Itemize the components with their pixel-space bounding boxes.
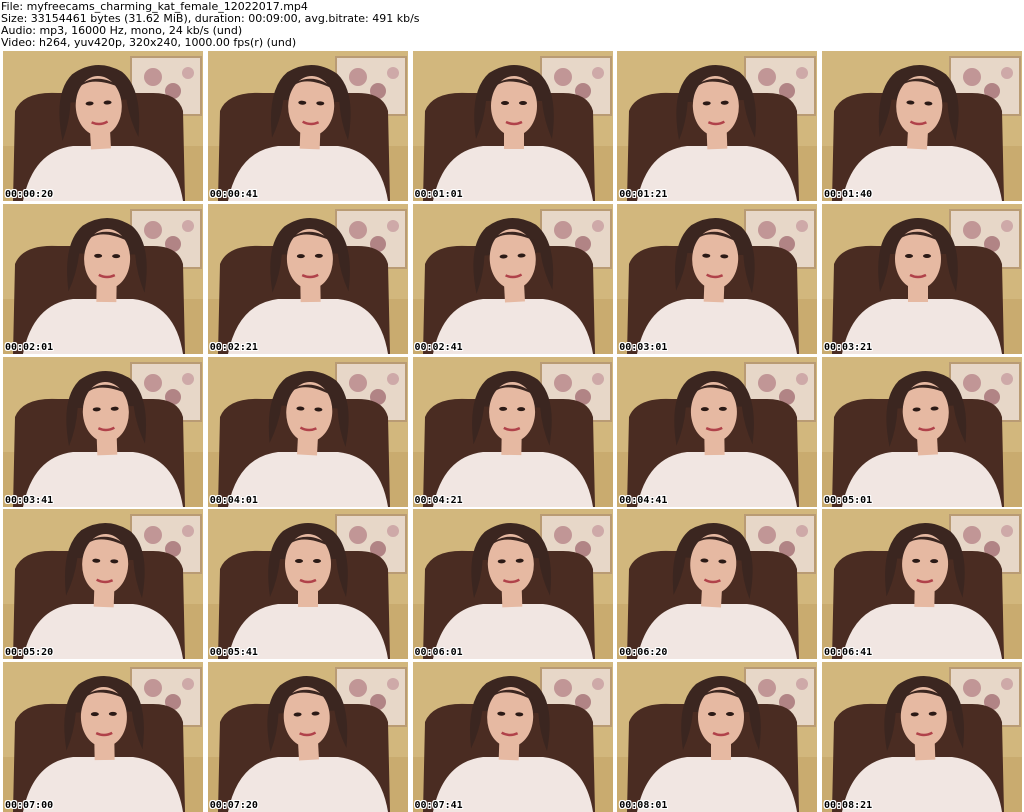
thumbnail-timestamp: 00:04:41	[619, 494, 668, 506]
video-frame-image	[412, 509, 613, 660]
video-frame-image	[207, 356, 408, 507]
thumbnail-frame: 00:06:20	[617, 509, 818, 660]
thumbnail-timestamp: 00:03:01	[619, 341, 668, 353]
thumbnail-timestamp: 00:05:41	[209, 647, 258, 659]
thumbnail-frame: 00:02:01	[3, 203, 203, 354]
video-frame-image	[3, 662, 203, 812]
video-frame-image	[822, 662, 1022, 812]
thumbnail-timestamp: 00:06:01	[414, 647, 463, 659]
thumbnail-frame: 00:04:01	[207, 356, 408, 507]
thumbnail-frame: 00:03:21	[822, 203, 1022, 354]
thumbnail-frame: 00:07:41	[412, 662, 613, 812]
thumbnail-frame: 00:08:21	[822, 662, 1022, 812]
thumbnail-timestamp: 00:00:20	[5, 189, 54, 200]
video-frame-image	[617, 203, 818, 354]
video-frame-image	[3, 51, 203, 201]
thumbnail-timestamp: 00:03:41	[5, 494, 54, 506]
video-frame-image	[617, 509, 818, 660]
info-header: File: myfreecams_charming_kat_female_120…	[0, 0, 1024, 50]
thumbnail-timestamp: 00:00:41	[209, 189, 258, 200]
video-frame-image	[412, 662, 613, 812]
thumbnail-frame: 00:07:00	[3, 662, 203, 812]
thumbnail-timestamp: 00:07:20	[209, 800, 258, 811]
thumbnail-timestamp: 00:08:21	[824, 800, 873, 811]
thumbnail-frame: 00:06:01	[412, 509, 613, 660]
thumbnail-frame: 00:05:41	[207, 509, 408, 660]
video-frame-image	[3, 356, 203, 507]
video-frame-image	[207, 509, 408, 660]
thumbnail-timestamp: 00:06:20	[619, 647, 668, 659]
thumbnail-frame: 00:05:20	[3, 509, 203, 660]
video-frame-image	[207, 662, 408, 812]
thumbnail-timestamp: 00:08:01	[619, 800, 668, 811]
video-frame-image	[412, 51, 613, 201]
thumbnail-timestamp: 00:01:21	[619, 189, 668, 200]
video-frame-image	[207, 51, 408, 201]
thumbnail-timestamp: 00:02:01	[5, 341, 54, 353]
video-frame-image	[207, 203, 408, 354]
thumbnail-frame: 00:02:21	[207, 203, 408, 354]
video-frame-image	[822, 356, 1022, 507]
video-frame-image	[412, 203, 613, 354]
thumbnail-grid: 00:00:20 00:00:41 00:01:01 00:01:21 00:01:40…	[0, 49, 1024, 812]
thumbnail-timestamp: 00:03:21	[824, 341, 873, 353]
video-frame-image	[3, 203, 203, 354]
thumbnail-frame: 00:03:01	[617, 203, 818, 354]
video-info-line: Video: h264, yuv420p, 320x240, 1000.00 f…	[1, 36, 297, 49]
thumbnail-timestamp: 00:02:41	[414, 341, 463, 353]
video-frame-image	[3, 509, 203, 660]
video-frame-image	[617, 662, 818, 812]
thumbnail-timestamp: 00:06:41	[824, 647, 873, 659]
thumbnail-frame: 00:08:01	[617, 662, 818, 812]
thumbnail-frame: 00:04:41	[617, 356, 818, 507]
thumbnail-frame: 00:04:21	[412, 356, 613, 507]
thumbnail-frame: 00:01:01	[412, 51, 613, 201]
video-frame-image	[822, 203, 1022, 354]
thumbnail-frame: 00:05:01	[822, 356, 1022, 507]
video-frame-image	[822, 51, 1022, 201]
video-frame-image	[617, 51, 818, 201]
thumbnail-frame: 00:01:21	[617, 51, 818, 201]
thumbnail-timestamp: 00:05:20	[5, 647, 54, 659]
video-frame-image	[412, 356, 613, 507]
thumbnail-timestamp: 00:07:41	[414, 800, 463, 811]
thumbnail-frame: 00:02:41	[412, 203, 613, 354]
thumbnail-timestamp: 00:07:00	[5, 800, 54, 811]
video-frame-image	[617, 356, 818, 507]
thumbnail-timestamp: 00:04:01	[209, 494, 258, 506]
thumbnail-timestamp: 00:01:40	[824, 189, 873, 200]
thumbnail-frame: 00:06:41	[822, 509, 1022, 660]
thumbnail-frame: 00:00:20	[3, 51, 203, 201]
thumbnail-timestamp: 00:01:01	[414, 189, 463, 200]
thumbnail-frame: 00:03:41	[3, 356, 203, 507]
video-frame-image	[822, 509, 1022, 660]
thumbnail-frame: 00:07:20	[207, 662, 408, 812]
thumbnail-frame: 00:00:41	[207, 51, 408, 201]
thumbnail-timestamp: 00:04:21	[414, 494, 463, 506]
thumbnail-timestamp: 00:05:01	[824, 494, 873, 506]
thumbnail-timestamp: 00:02:21	[209, 341, 258, 353]
thumbnail-frame: 00:01:40	[822, 51, 1022, 201]
